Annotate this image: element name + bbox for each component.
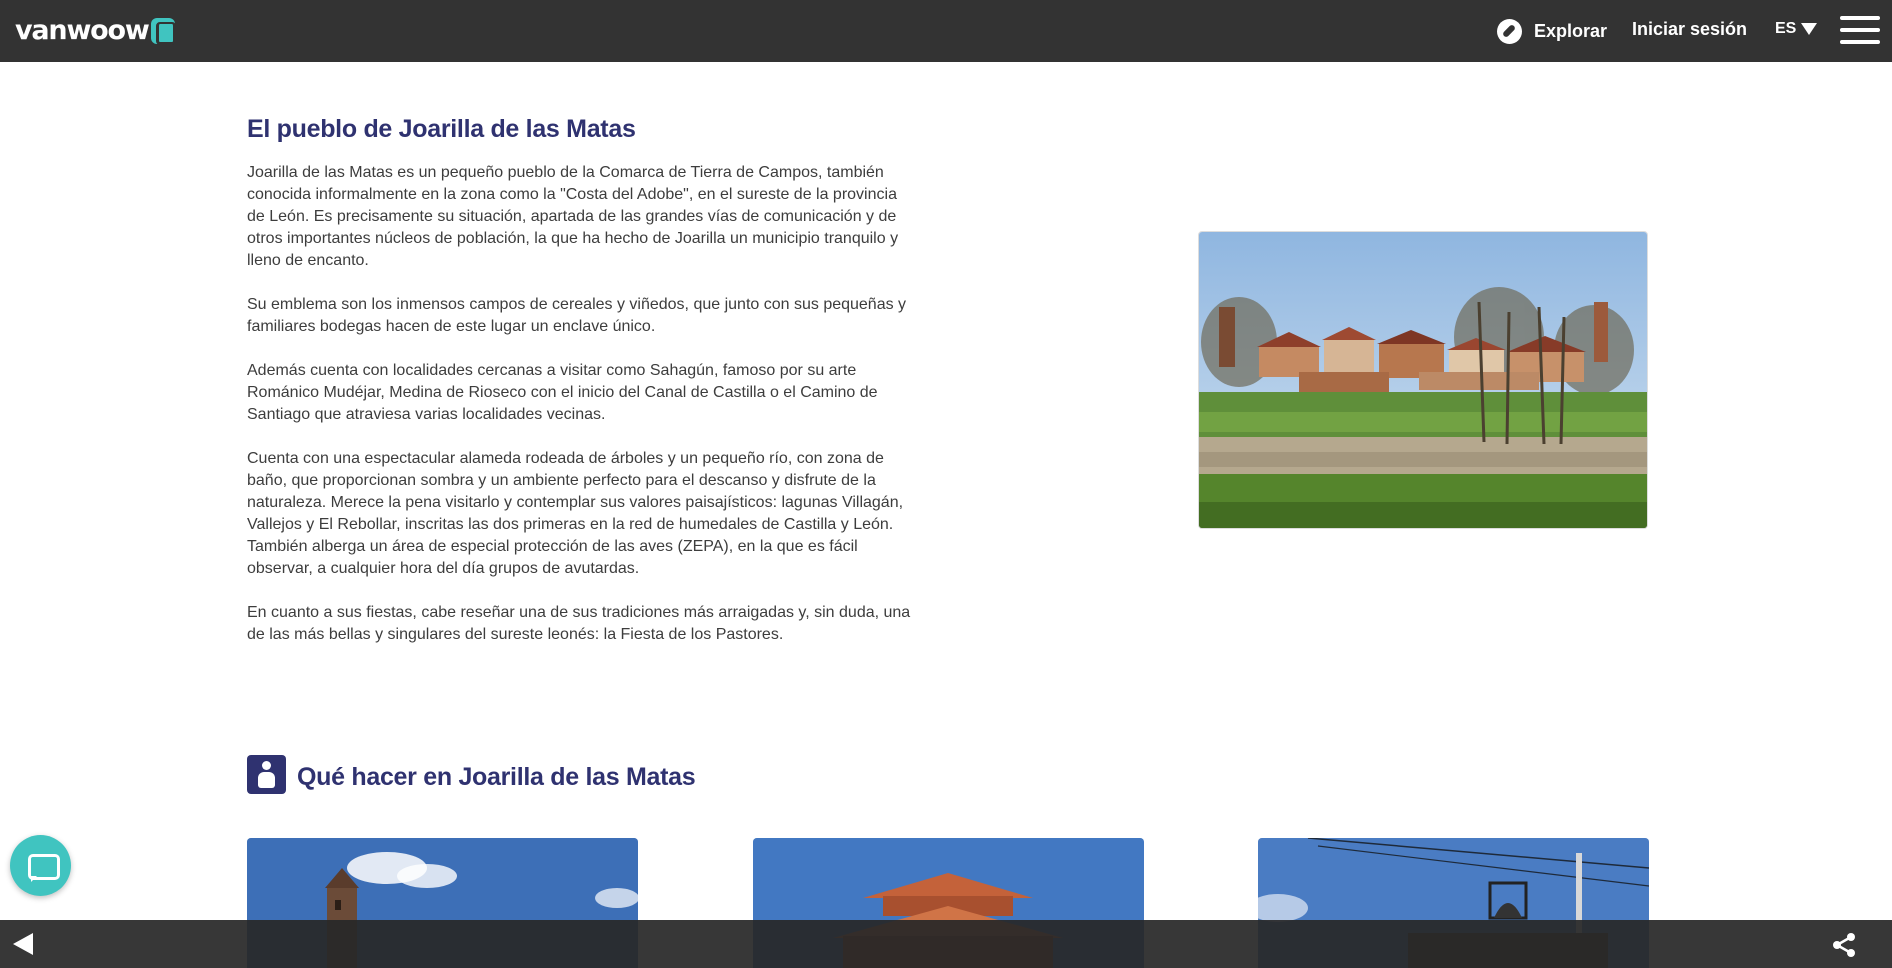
explore-link[interactable]: Explorar bbox=[1497, 17, 1607, 45]
article-paragraph: Cuenta con una espectacular alameda rode… bbox=[247, 450, 904, 577]
chat-icon[interactable] bbox=[10, 835, 71, 896]
login-link[interactable]: Iniciar sesión bbox=[1632, 19, 1747, 40]
article-paragraph: Joarilla de las Matas es un pequeño pueb… bbox=[247, 164, 899, 269]
article-paragraph: En cuanto a sus fiestas, cabe reseñar un… bbox=[247, 604, 911, 643]
village-photo bbox=[1198, 231, 1648, 529]
top-navigation-bar: vanwoow Explorar Iniciar sesión ES bbox=[0, 0, 1892, 62]
back-arrow-icon[interactable] bbox=[12, 932, 36, 956]
article-title: El pueblo de Joarilla de las Matas bbox=[247, 115, 636, 143]
article-body: Joarilla de las Matas es un pequeño pueb… bbox=[247, 162, 917, 668]
logo-text: vanwoow bbox=[15, 15, 150, 46]
caret-down-icon bbox=[1801, 23, 1818, 35]
explore-label: Explorar bbox=[1534, 20, 1608, 41]
todo-section-title: Qué hacer en Joarilla de las Matas bbox=[297, 763, 696, 791]
bottom-bar bbox=[0, 920, 1892, 968]
language-label: ES bbox=[1775, 20, 1797, 37]
article-paragraph: Además cuenta con localidades cercanas a… bbox=[247, 362, 878, 423]
activity-icon bbox=[247, 755, 286, 794]
logo[interactable]: vanwoow bbox=[15, 14, 176, 48]
login-label: Iniciar sesión bbox=[1632, 19, 1748, 39]
compass-icon bbox=[1497, 18, 1522, 44]
menu-icon[interactable] bbox=[1840, 16, 1880, 46]
language-selector[interactable]: ES bbox=[1775, 20, 1818, 38]
share-icon[interactable] bbox=[1831, 932, 1857, 958]
logo-badge-icon bbox=[150, 18, 176, 45]
article-paragraph: Su emblema son los inmensos campos de ce… bbox=[247, 296, 907, 335]
